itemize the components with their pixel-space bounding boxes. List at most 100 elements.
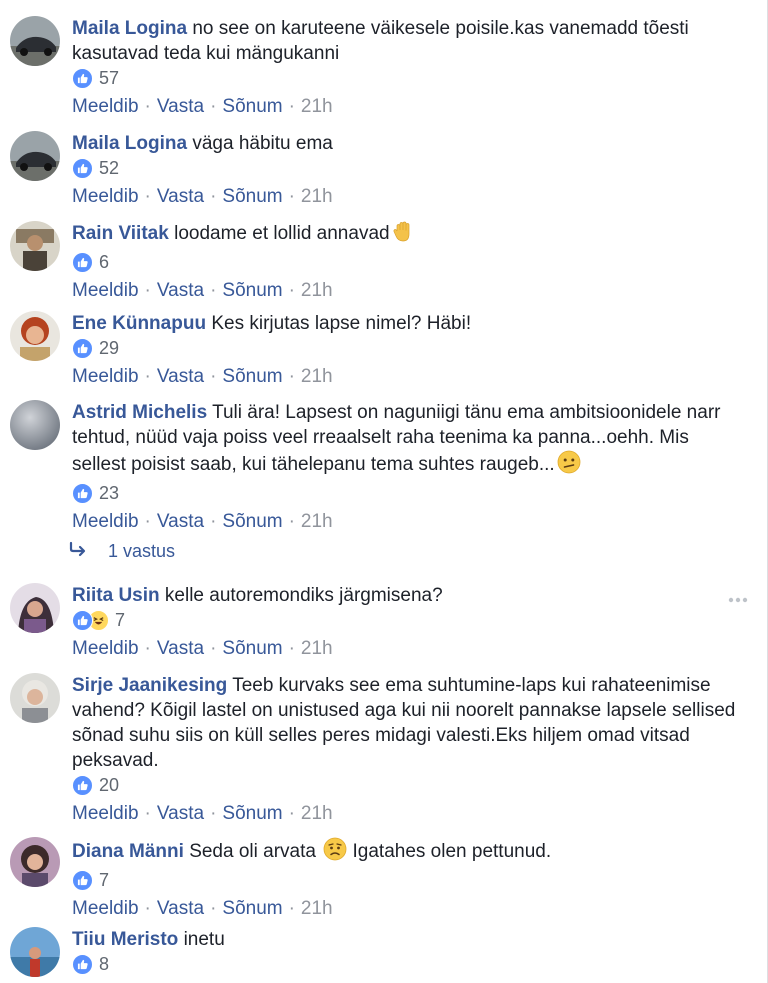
timestamp[interactable]: 21h — [301, 803, 333, 824]
worried-face-icon — [323, 837, 347, 868]
comment-author[interactable]: Rain Viitak — [72, 223, 169, 244]
message-link[interactable]: Sõnum — [222, 803, 282, 824]
comment-body: Astrid Michelis Tuli ära! Lapsest on nag… — [72, 400, 746, 481]
timestamp[interactable]: 21h — [301, 186, 333, 207]
comment-author[interactable]: Tiiu Meristo — [72, 929, 178, 950]
avatar[interactable] — [10, 837, 60, 887]
like-reaction-icon — [72, 610, 93, 631]
comment-author[interactable]: Ene Künnapuu — [72, 313, 206, 334]
view-replies-link[interactable]: 1 vastus — [68, 541, 175, 562]
like-link[interactable]: Meeldib — [72, 511, 139, 532]
reaction-summary[interactable]: 23 — [72, 481, 746, 506]
comment-body: Ene Künnapuu Kes kirjutas lapse nimel? H… — [72, 311, 746, 336]
like-link[interactable]: Meeldib — [72, 638, 139, 659]
comment-text: kelle autoremondiks järgmisena? — [164, 585, 443, 606]
message-link[interactable]: Sõnum — [222, 366, 282, 387]
message-link[interactable]: Sõnum — [222, 898, 282, 919]
timestamp[interactable]: 21h — [301, 898, 333, 919]
like-reaction-icon — [72, 338, 93, 359]
reaction-count: 6 — [99, 252, 110, 272]
avatar[interactable] — [10, 311, 60, 361]
timestamp[interactable]: 21h — [301, 638, 333, 659]
confused-face-icon — [557, 450, 581, 481]
avatar[interactable] — [10, 400, 60, 450]
timestamp[interactable]: 21h — [301, 280, 333, 301]
more-options-icon[interactable] — [728, 590, 748, 608]
reaction-summary[interactable]: 20 — [72, 773, 746, 798]
comment-body: Maila Logina väga häbitu ema — [72, 131, 746, 156]
comment-body: Riita Usin kelle autoremondiks järgmisen… — [72, 583, 746, 608]
comment-text: inetu — [183, 929, 225, 950]
comment-text: loodame et lollid annavad — [174, 223, 390, 244]
timestamp[interactable]: 21h — [301, 96, 333, 117]
raised-hand-icon — [392, 221, 414, 250]
comment-author[interactable]: Diana Männi — [72, 841, 184, 862]
avatar[interactable] — [10, 16, 60, 66]
reply-link[interactable]: Vasta — [157, 280, 204, 301]
avatar[interactable] — [10, 927, 60, 977]
message-link[interactable]: Sõnum — [222, 186, 282, 207]
like-link[interactable]: Meeldib — [72, 898, 139, 919]
like-reaction-icon — [72, 158, 93, 179]
reply-link[interactable]: Vasta — [157, 186, 204, 207]
reaction-summary[interactable]: 7 — [72, 868, 746, 893]
comment-text: Seda oli arvata — [189, 841, 316, 862]
message-link[interactable]: Sõnum — [222, 280, 282, 301]
like-reaction-icon — [72, 954, 93, 975]
like-link[interactable]: Meeldib — [72, 280, 139, 301]
avatar[interactable] — [10, 583, 60, 633]
reaction-count: 29 — [99, 338, 120, 358]
message-link[interactable]: Sõnum — [222, 96, 282, 117]
like-reaction-icon — [72, 775, 93, 796]
reaction-count: 23 — [99, 483, 120, 503]
comment-body: Tiiu Meristo inetu — [72, 927, 746, 952]
comment-actions: Meeldib · Vasta · Sõnum · 21h — [72, 898, 333, 919]
like-reaction-icon — [72, 870, 93, 891]
like-reaction-icon — [72, 68, 93, 89]
reaction-summary[interactable]: 7 — [72, 608, 746, 633]
like-link[interactable]: Meeldib — [72, 96, 139, 117]
like-link[interactable]: Meeldib — [72, 186, 139, 207]
comment-actions: Meeldib · Vasta · Sõnum · 21h — [72, 366, 333, 387]
comment-author[interactable]: Astrid Michelis — [72, 402, 207, 423]
like-link[interactable]: Meeldib — [72, 366, 139, 387]
reaction-count: 57 — [99, 68, 120, 88]
message-link[interactable]: Sõnum — [222, 511, 282, 532]
reaction-summary[interactable]: 6 — [72, 250, 746, 275]
avatar[interactable] — [10, 673, 60, 723]
comment-body: Rain Viitak loodame et lollid annavad — [72, 221, 746, 250]
avatar[interactable] — [10, 221, 60, 271]
replies-count[interactable]: 1 vastus — [108, 541, 175, 562]
comment-actions: Meeldib · Vasta · Sõnum · 21h — [72, 638, 333, 659]
reaction-count: 7 — [115, 610, 126, 630]
timestamp[interactable]: 21h — [301, 366, 333, 387]
reply-link[interactable]: Vasta — [157, 803, 204, 824]
like-reaction-icon — [72, 483, 93, 504]
comment-actions: Meeldib · Vasta · Sõnum · 21h — [72, 803, 333, 824]
reaction-count: 20 — [99, 775, 120, 795]
comment-author[interactable]: Sirje Jaanikesing — [72, 675, 227, 696]
comment-text: Kes kirjutas lapse nimel? Häbi! — [211, 313, 472, 334]
comment-author[interactable]: Maila Logina — [72, 133, 187, 154]
comment-actions: Meeldib · Vasta · Sõnum · 21h — [72, 186, 333, 207]
avatar[interactable] — [10, 131, 60, 181]
reaction-summary[interactable]: 8 — [72, 952, 746, 977]
reaction-summary[interactable]: 52 — [72, 156, 746, 181]
reply-link[interactable]: Vasta — [157, 898, 204, 919]
reaction-count: 7 — [99, 870, 110, 890]
comment-text-continued: Igatahes olen pettunud. — [352, 841, 552, 862]
reaction-summary[interactable]: 57 — [72, 66, 746, 91]
reply-link[interactable]: Vasta — [157, 511, 204, 532]
reply-link[interactable]: Vasta — [157, 96, 204, 117]
comment-actions: Meeldib · Vasta · Sõnum · 21h — [72, 96, 333, 117]
like-link[interactable]: Meeldib — [72, 803, 139, 824]
timestamp[interactable]: 21h — [301, 511, 333, 532]
reply-link[interactable]: Vasta — [157, 638, 204, 659]
comment-author[interactable]: Riita Usin — [72, 585, 160, 606]
comment-author[interactable]: Maila Logina — [72, 18, 187, 39]
message-link[interactable]: Sõnum — [222, 638, 282, 659]
reply-link[interactable]: Vasta — [157, 366, 204, 387]
reaction-summary[interactable]: 29 — [72, 336, 746, 361]
comment-body: Maila Logina no see on karuteene väikese… — [72, 16, 746, 66]
like-reaction-icon — [72, 252, 93, 273]
